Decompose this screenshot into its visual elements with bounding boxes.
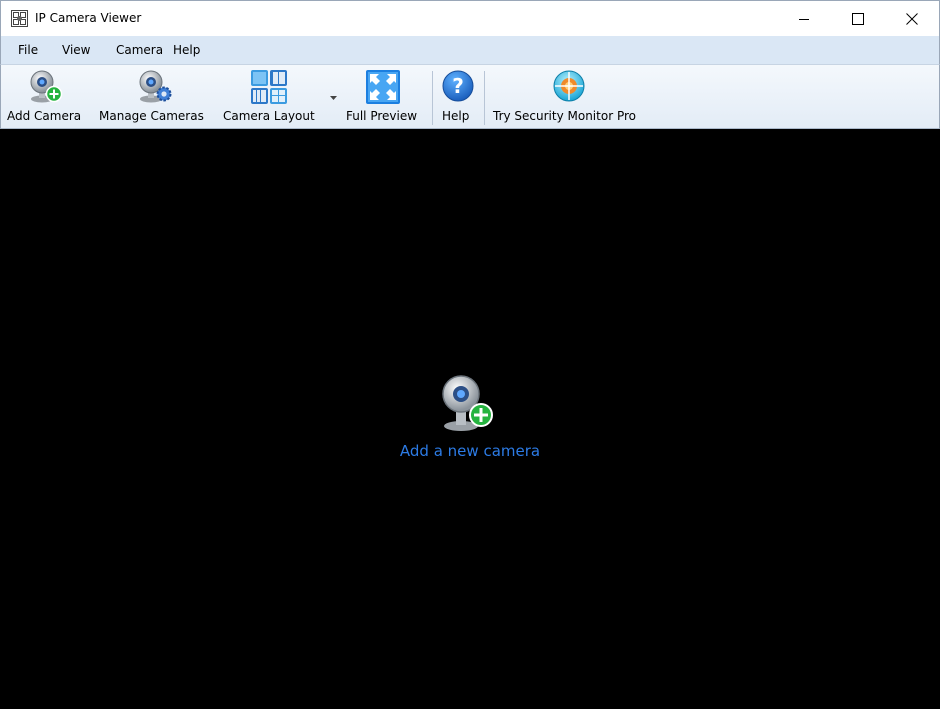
security-monitor-pro-icon	[553, 70, 585, 102]
minimize-button[interactable]	[781, 1, 827, 36]
try-security-monitor-pro-label: Try Security Monitor Pro	[493, 109, 636, 123]
help-label: Help	[442, 109, 470, 123]
camera-layout-icon	[251, 70, 287, 104]
toolbar: Add Camera Manage Cameras Camera Layout …	[0, 64, 940, 129]
add-camera-button[interactable]: Add Camera	[1, 65, 91, 128]
help-button[interactable]: ? Help	[435, 65, 479, 128]
menu-view[interactable]: View	[62, 42, 90, 58]
menu-camera[interactable]: Camera	[116, 42, 163, 58]
app-logo-icon	[11, 10, 28, 27]
menu-bar: File View Camera Help	[0, 36, 940, 64]
add-new-camera-label[interactable]: Add a new camera	[380, 442, 560, 460]
toolbar-separator	[432, 71, 433, 125]
full-preview-icon	[366, 70, 400, 104]
window-title: IP Camera Viewer	[35, 11, 142, 25]
close-icon	[906, 13, 918, 25]
add-camera-icon	[442, 375, 493, 431]
camera-layout-button[interactable]: Camera Layout	[219, 65, 343, 128]
title-bar: IP Camera Viewer	[0, 0, 940, 36]
maximize-icon	[852, 13, 864, 25]
svg-text:?: ?	[452, 74, 464, 98]
try-security-monitor-pro-button[interactable]: Try Security Monitor Pro	[487, 65, 651, 128]
maximize-button[interactable]	[835, 1, 881, 36]
menu-file[interactable]: File	[18, 42, 38, 58]
camera-viewport: Add a new camera	[0, 129, 940, 709]
full-preview-button[interactable]: Full Preview	[343, 65, 427, 128]
manage-cameras-icon	[139, 70, 172, 103]
minimize-icon	[799, 19, 809, 20]
add-new-camera-link[interactable]: Add a new camera	[380, 374, 560, 464]
chevron-down-icon[interactable]	[330, 96, 337, 101]
camera-layout-label: Camera Layout	[223, 109, 315, 123]
help-icon: ?	[442, 70, 474, 102]
add-camera-icon	[30, 70, 63, 103]
manage-cameras-label: Manage Cameras	[99, 109, 204, 123]
full-preview-label: Full Preview	[346, 109, 418, 123]
close-button[interactable]	[889, 1, 935, 36]
menu-help[interactable]: Help	[173, 42, 200, 58]
add-camera-label: Add Camera	[7, 109, 82, 123]
toolbar-separator	[484, 71, 485, 125]
manage-cameras-button[interactable]: Manage Cameras	[93, 65, 215, 128]
